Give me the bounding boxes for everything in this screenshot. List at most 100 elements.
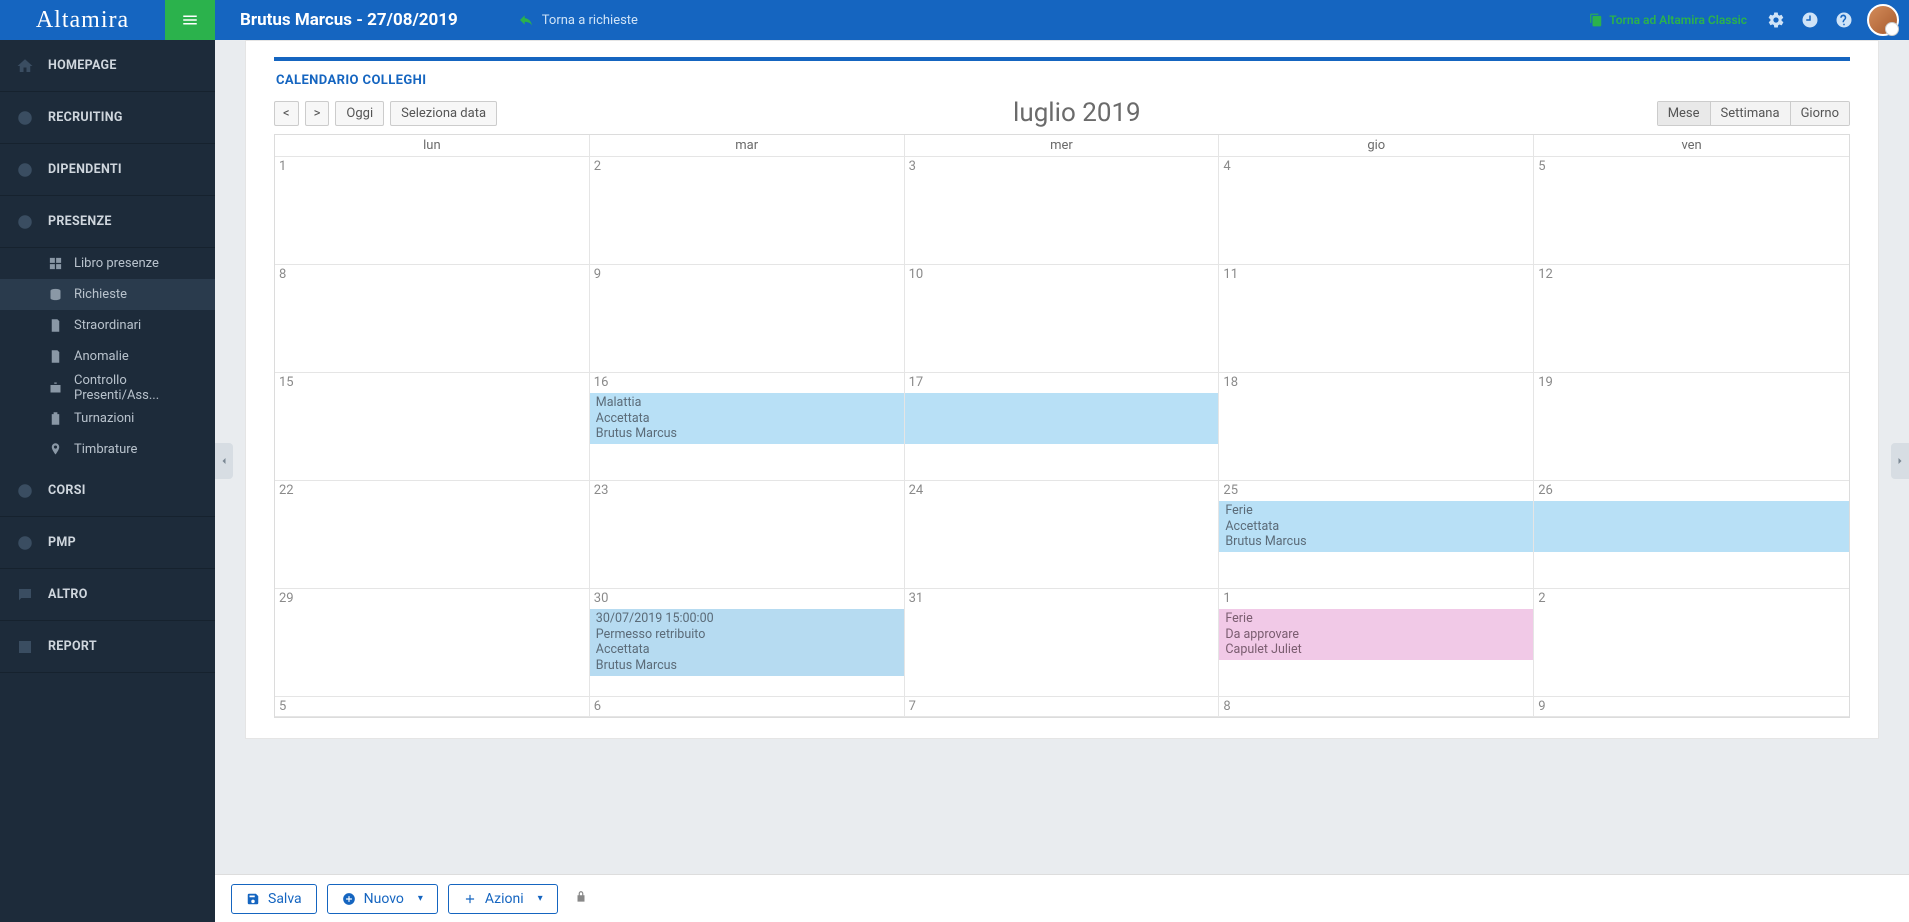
calendar-cell[interactable]: 9: [1534, 697, 1849, 717]
next-button[interactable]: >: [305, 101, 330, 126]
globe-icon: [16, 534, 34, 552]
save-button[interactable]: Salva: [231, 884, 317, 914]
event-line: Brutus Marcus: [596, 426, 899, 442]
reply-icon: [518, 12, 534, 28]
nav-dipendenti[interactable]: DIPENDENTI: [0, 144, 215, 196]
calendar-cell[interactable]: 3030/07/2019 15:00:00Permesso retribuito…: [590, 589, 905, 697]
sub-anomalie[interactable]: Anomalie: [0, 341, 215, 372]
topbar: Altamira Brutus Marcus - 27/08/2019 Torn…: [0, 0, 1909, 40]
calendar-event[interactable]: [1534, 501, 1849, 552]
view-day[interactable]: Giorno: [1791, 102, 1849, 125]
sub-controllo[interactable]: Controllo Presenti/Ass...: [0, 372, 215, 403]
calendar-cell[interactable]: 17: [905, 373, 1220, 481]
dow: mar: [590, 135, 905, 157]
clipboard-icon: [48, 411, 63, 426]
event-line: Accettata: [596, 642, 898, 658]
calendar-cell[interactable]: 2: [1534, 589, 1849, 697]
calendar-event[interactable]: 30/07/2019 15:00:00Permesso retribuitoAc…: [590, 609, 904, 676]
calendar-title: luglio 2019: [497, 98, 1657, 128]
calendar-cell[interactable]: 8: [1219, 697, 1534, 717]
calendar-event[interactable]: [905, 393, 1219, 444]
calendar-event[interactable]: FerieAccettataBrutus Marcus: [1219, 501, 1534, 552]
nav-label: PRESENZE: [48, 214, 112, 229]
calendar-event[interactable]: MalattiaAccettataBrutus Marcus: [590, 393, 905, 444]
avatar[interactable]: [1867, 4, 1899, 36]
calendar-cell[interactable]: 1FerieDa approvareCapulet Juliet: [1219, 589, 1534, 697]
plus-icon: [463, 892, 477, 906]
calendar-cell[interactable]: 16MalattiaAccettataBrutus Marcus: [590, 373, 905, 481]
calendar-toolbar: < > Oggi Seleziona data luglio 2019 Mese…: [274, 98, 1850, 128]
copy-icon: [1589, 13, 1603, 27]
help-button[interactable]: [1827, 3, 1861, 37]
calendar-cell[interactable]: 26: [1534, 481, 1849, 589]
calendar-cell[interactable]: 31: [905, 589, 1220, 697]
sub-turnazioni[interactable]: Turnazioni: [0, 403, 215, 434]
collapse-right[interactable]: [1891, 443, 1909, 479]
calendar-cell[interactable]: 9: [590, 265, 905, 373]
view-month[interactable]: Mese: [1658, 102, 1711, 125]
help-icon: [1835, 11, 1853, 29]
actions-button[interactable]: Azioni ▾: [448, 884, 558, 914]
chevron-down-icon: ▾: [418, 893, 423, 904]
calendar-body: 12345891011121516MalattiaAccettataBrutus…: [275, 157, 1849, 717]
sub-richieste[interactable]: Richieste: [0, 279, 215, 310]
calendar-cell[interactable]: 15: [275, 373, 590, 481]
chevron-left-icon: [218, 455, 230, 467]
nav-presenze[interactable]: PRESENZE: [0, 196, 215, 248]
sub-label: Controllo Presenti/Ass...: [74, 373, 215, 403]
calendar-cell[interactable]: 5: [1534, 157, 1849, 265]
back-link[interactable]: Torna a richieste: [518, 12, 638, 28]
plus-circle-icon: [342, 892, 356, 906]
page-title: Brutus Marcus - 27/08/2019: [240, 10, 458, 30]
panel-title: CALENDARIO COLLEGHI: [274, 73, 1850, 88]
calendar-cell[interactable]: 18: [1219, 373, 1534, 481]
calendar-cell[interactable]: 19: [1534, 373, 1849, 481]
collapse-left[interactable]: [215, 443, 233, 479]
pick-date-button[interactable]: Seleziona data: [390, 101, 497, 126]
calendar-event[interactable]: FerieDa approvareCapulet Juliet: [1219, 609, 1533, 660]
sub-timbrature[interactable]: Timbrature: [0, 434, 215, 465]
nav-recruiting[interactable]: RECRUITING: [0, 92, 215, 144]
sub-straordinari[interactable]: Straordinari: [0, 310, 215, 341]
calendar-cell[interactable]: 6: [590, 697, 905, 717]
calendar-cell[interactable]: 3: [905, 157, 1220, 265]
nav-corsi[interactable]: CORSI: [0, 465, 215, 517]
calendar-cell[interactable]: 11: [1219, 265, 1534, 373]
calendar-cell[interactable]: 22: [275, 481, 590, 589]
classic-link-label: Torna ad Altamira Classic: [1609, 13, 1747, 27]
calendar-cell[interactable]: 24: [905, 481, 1220, 589]
calendar-cell[interactable]: 5: [275, 697, 590, 717]
footer-bar: Salva Nuovo ▾ Azioni ▾: [215, 874, 1909, 922]
event-line: Accettata: [596, 411, 899, 427]
calendar-cell[interactable]: 25FerieAccettataBrutus Marcus: [1219, 481, 1534, 589]
calendar-cell[interactable]: 4: [1219, 157, 1534, 265]
calendar-cell[interactable]: 7: [905, 697, 1220, 717]
calendar-cell[interactable]: 12: [1534, 265, 1849, 373]
calendar-cell[interactable]: 10: [905, 265, 1220, 373]
nav-altro[interactable]: ALTRO: [0, 569, 215, 621]
calendar-cell[interactable]: 1: [275, 157, 590, 265]
calendar-cell[interactable]: 29: [275, 589, 590, 697]
prev-button[interactable]: <: [274, 101, 299, 126]
nav-pmp[interactable]: PMP: [0, 517, 215, 569]
today-button[interactable]: Oggi: [335, 101, 384, 126]
new-button[interactable]: Nuovo ▾: [327, 884, 438, 914]
brand-logo: Altamira: [0, 7, 165, 34]
calendar-cell[interactable]: 2: [590, 157, 905, 265]
classic-link[interactable]: Torna ad Altamira Classic: [1589, 13, 1747, 27]
view-week[interactable]: Settimana: [1711, 102, 1791, 125]
sub-label: Anomalie: [74, 349, 129, 364]
calendar-cell[interactable]: 23: [590, 481, 905, 589]
settings-button[interactable]: [1759, 3, 1793, 37]
dow: lun: [275, 135, 590, 157]
nav-report[interactable]: REPORT: [0, 621, 215, 673]
nav-homepage[interactable]: HOMEPAGE: [0, 40, 215, 92]
stack-icon: [48, 287, 63, 302]
doc-icon: [48, 349, 63, 364]
calendar-cell[interactable]: 8: [275, 265, 590, 373]
doc-icon: [48, 318, 63, 333]
hamburger-button[interactable]: [165, 0, 215, 40]
sub-libro-presenze[interactable]: Libro presenze: [0, 248, 215, 279]
history-button[interactable]: [1793, 3, 1827, 37]
nav-label: CORSI: [48, 483, 86, 498]
